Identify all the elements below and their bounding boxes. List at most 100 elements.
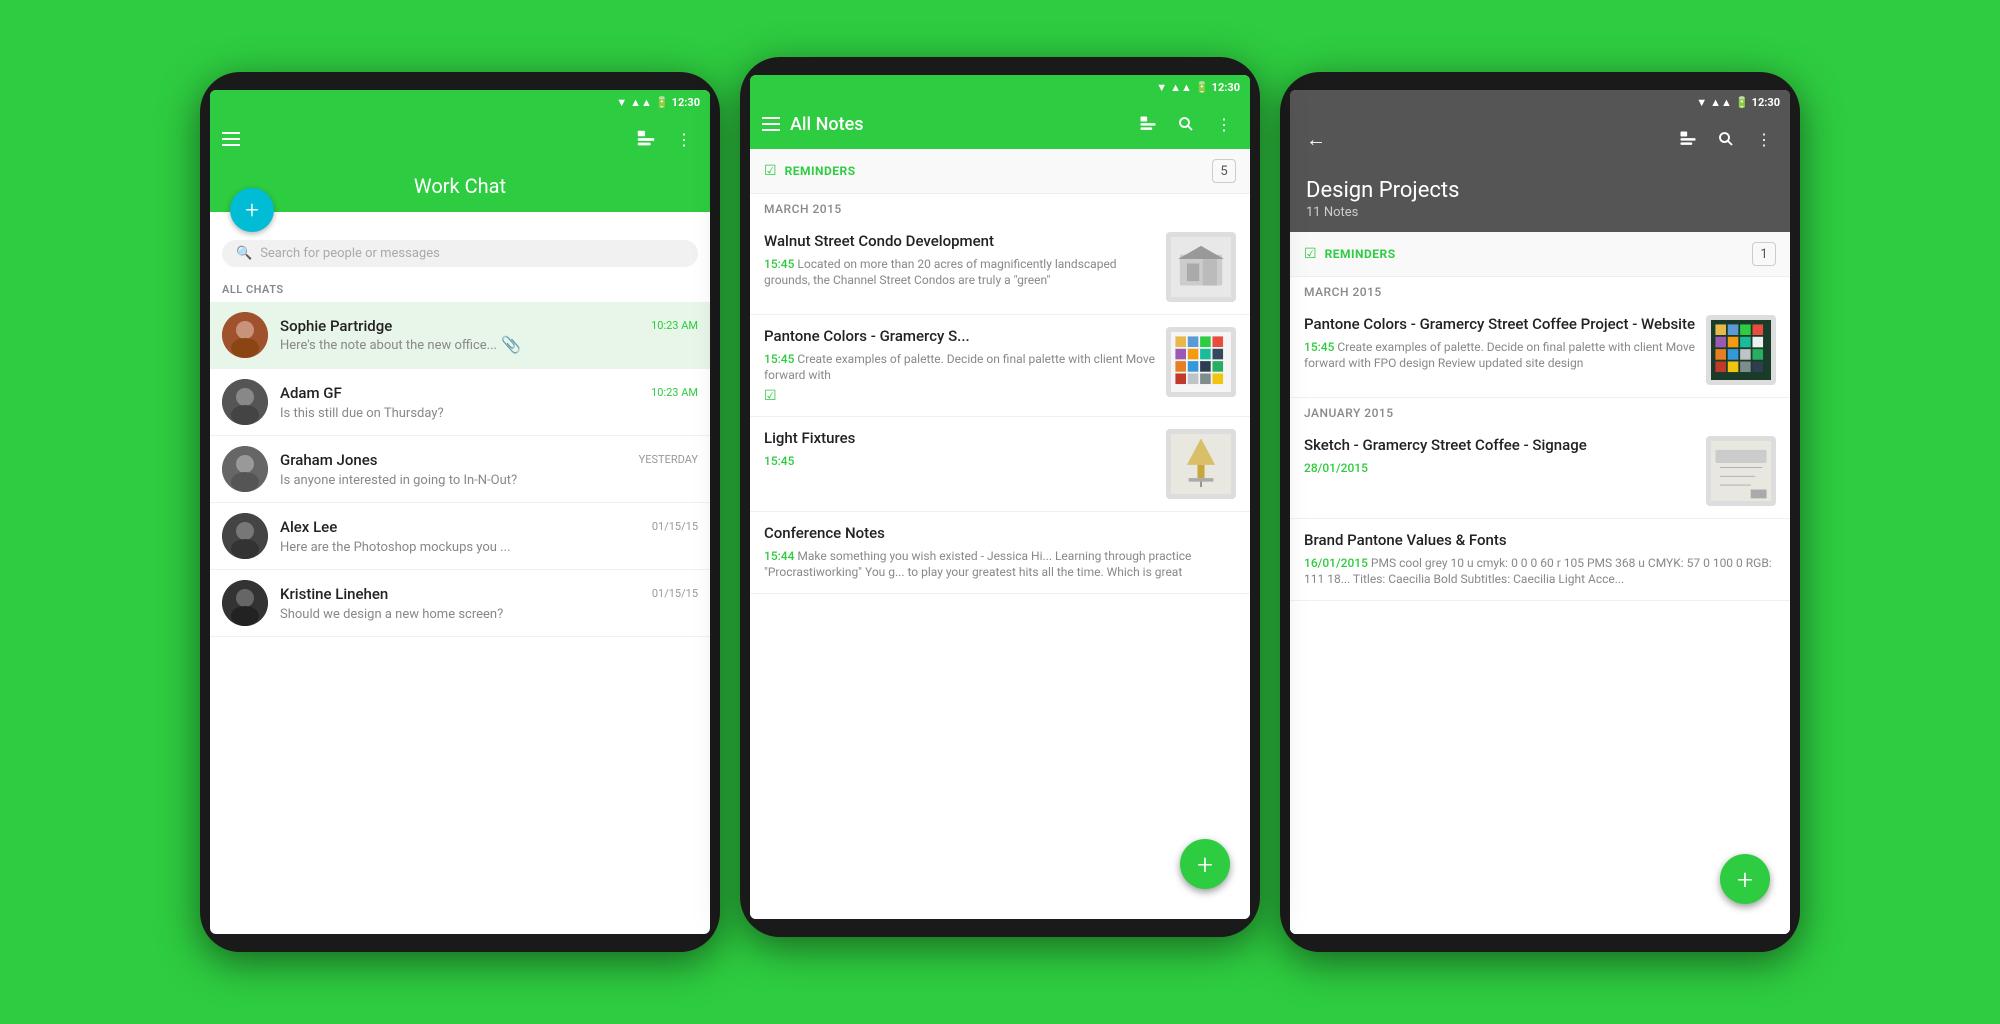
note-preview: 15:45 Create examples of palette. Decide… bbox=[764, 351, 1156, 385]
notes-content: ☑ REMINDERS 5 MARCH 2015 Walnut Street C… bbox=[750, 149, 1250, 919]
note-item[interactable]: Brand Pantone Values & Fonts 16/01/2015 … bbox=[1290, 519, 1790, 601]
note-title: Pantone Colors - Gramercy S... bbox=[764, 327, 1156, 347]
search-icon[interactable] bbox=[1712, 125, 1740, 153]
reminders-count: 1 bbox=[1752, 242, 1776, 266]
flag-icon: ☑ bbox=[764, 388, 1156, 404]
work-chat-header: Work Chat + bbox=[210, 164, 710, 212]
evernote-icon[interactable] bbox=[632, 125, 660, 153]
menu-icon[interactable] bbox=[762, 117, 780, 131]
note-text: Sketch - Gramercy Street Coffee - Signag… bbox=[1304, 436, 1696, 476]
note-preview: 15:45 bbox=[764, 453, 1156, 470]
note-text: Light Fixtures 15:45 bbox=[764, 429, 1156, 469]
note-thumbnail bbox=[1166, 232, 1236, 302]
note-item[interactable]: Pantone Colors - Gramercy S... 15:45 Cre… bbox=[750, 315, 1250, 417]
note-title: Brand Pantone Values & Fonts bbox=[1304, 531, 1776, 551]
search-icon: 🔍 bbox=[236, 246, 252, 261]
note-text: Pantone Colors - Gramercy Street Coffee … bbox=[1304, 315, 1696, 372]
attachment-icon: 📎 bbox=[501, 335, 521, 354]
chat-info: Adam GF 10:23 AM Is this still due on Th… bbox=[280, 384, 698, 421]
reminders-count: 5 bbox=[1212, 159, 1236, 183]
note-thumbnail bbox=[1706, 315, 1776, 385]
chat-name: Graham Jones bbox=[280, 451, 378, 469]
battery-icon: 🔋 bbox=[1735, 96, 1749, 109]
chat-time: 01/15/15 bbox=[652, 587, 698, 600]
add-note-fab[interactable]: + bbox=[1720, 854, 1770, 904]
chat-info: Alex Lee 01/15/15 Here are the Photoshop… bbox=[280, 518, 698, 555]
chat-info: Sophie Partridge 10:23 AM Here's the not… bbox=[280, 317, 698, 354]
phone-1-status-bar: ▼ ▲▲ 🔋 12:30 bbox=[210, 90, 710, 114]
phone-2-app-bar: All Notes ⋮ bbox=[750, 99, 1250, 149]
note-title: Conference Notes bbox=[764, 524, 1236, 544]
network-icon: ▲▲ bbox=[1170, 81, 1192, 94]
reminders-bar[interactable]: ☑ REMINDERS 5 bbox=[750, 149, 1250, 194]
month-label: MARCH 2015 bbox=[1290, 277, 1790, 303]
status-icons: ▼ ▲▲ 🔋 12:30 bbox=[616, 96, 700, 109]
chat-time: 01/15/15 bbox=[652, 520, 698, 533]
reminders-label: REMINDERS bbox=[1325, 247, 1744, 261]
chat-name: Alex Lee bbox=[280, 518, 337, 536]
back-button[interactable]: ← bbox=[1302, 125, 1330, 153]
chat-name: Adam GF bbox=[280, 384, 342, 402]
note-text: Brand Pantone Values & Fonts 16/01/2015 … bbox=[1304, 531, 1776, 588]
avatar bbox=[222, 379, 268, 425]
more-icon[interactable]: ⋮ bbox=[1210, 110, 1238, 138]
more-icon[interactable]: ⋮ bbox=[1750, 125, 1778, 153]
phone-1: ▼ ▲▲ 🔋 12:30 ⋮ Work Chat + bbox=[200, 72, 720, 952]
more-icon[interactable]: ⋮ bbox=[670, 125, 698, 153]
chat-item[interactable]: Kristine Linehen 01/15/15 Should we desi… bbox=[210, 570, 710, 637]
note-text: Pantone Colors - Gramercy S... 15:45 Cre… bbox=[764, 327, 1156, 404]
note-thumbnail bbox=[1706, 436, 1776, 506]
reminders-label: REMINDERS bbox=[785, 164, 1204, 178]
evernote-icon[interactable] bbox=[1134, 110, 1162, 138]
status-icons: ▼ ▲▲ 🔋 12:30 bbox=[1696, 96, 1780, 109]
avatar bbox=[222, 513, 268, 559]
design-projects-title: Design Projects bbox=[1306, 178, 1774, 203]
signal-icon: ▼ bbox=[1696, 96, 1707, 109]
evernote-icon[interactable] bbox=[1674, 125, 1702, 153]
chat-name: Sophie Partridge bbox=[280, 317, 392, 335]
avatar bbox=[222, 580, 268, 626]
note-text: Walnut Street Condo Development 15:45 Lo… bbox=[764, 232, 1156, 289]
time: 12:30 bbox=[672, 96, 700, 109]
note-item[interactable]: Conference Notes 15:44 Make something yo… bbox=[750, 512, 1250, 594]
menu-icon[interactable] bbox=[222, 132, 240, 146]
search-icon[interactable] bbox=[1172, 110, 1200, 138]
chat-preview: Here's the note about the new office... bbox=[280, 338, 497, 353]
phone-3-app-bar: ← ⋮ bbox=[1290, 114, 1790, 164]
phone-2-status-bar: ▼ ▲▲ 🔋 12:30 bbox=[750, 75, 1250, 99]
battery-icon: 🔋 bbox=[655, 96, 669, 109]
chat-item[interactable]: Alex Lee 01/15/15 Here are the Photoshop… bbox=[210, 503, 710, 570]
notes-count: 11 Notes bbox=[1306, 205, 1774, 220]
reminders-icon: ☑ bbox=[764, 163, 777, 179]
app-bar-title: All Notes bbox=[790, 114, 1124, 135]
time: 12:30 bbox=[1752, 96, 1780, 109]
status-icons: ▼ ▲▲ 🔋 12:30 bbox=[1156, 81, 1240, 94]
note-thumbnail bbox=[1166, 327, 1236, 397]
search-bar[interactable]: 🔍 Search for people or messages bbox=[222, 240, 698, 267]
reminders-bar[interactable]: ☑ REMINDERS 1 bbox=[1290, 232, 1790, 277]
chat-time: YESTERDAY bbox=[639, 453, 698, 466]
add-note-fab[interactable]: + bbox=[1180, 839, 1230, 889]
chat-item[interactable]: Adam GF 10:23 AM Is this still due on Th… bbox=[210, 369, 710, 436]
search-placeholder: Search for people or messages bbox=[260, 246, 440, 261]
note-title: Walnut Street Condo Development bbox=[764, 232, 1156, 252]
note-item[interactable]: Walnut Street Condo Development 15:45 Lo… bbox=[750, 220, 1250, 315]
note-item[interactable]: Light Fixtures 15:45 bbox=[750, 417, 1250, 512]
note-title: Light Fixtures bbox=[764, 429, 1156, 449]
design-header: Design Projects 11 Notes bbox=[1290, 164, 1790, 232]
new-chat-fab[interactable]: + bbox=[230, 188, 274, 232]
note-title: Pantone Colors - Gramercy Street Coffee … bbox=[1304, 315, 1696, 335]
phone-1-screen: ▼ ▲▲ 🔋 12:30 ⋮ Work Chat + bbox=[210, 90, 710, 934]
phones-container: ▼ ▲▲ 🔋 12:30 ⋮ Work Chat + bbox=[0, 0, 2000, 1024]
avatar bbox=[222, 312, 268, 358]
chat-item[interactable]: Sophie Partridge 10:23 AM Here's the not… bbox=[210, 302, 710, 369]
chat-item[interactable]: Graham Jones YESTERDAY Is anyone interes… bbox=[210, 436, 710, 503]
chat-time: 10:23 AM bbox=[651, 319, 698, 332]
phone-3-screen: ▼ ▲▲ 🔋 12:30 ← ⋮ Design Pro bbox=[1290, 90, 1790, 934]
chat-time: 10:23 AM bbox=[651, 386, 698, 399]
chat-preview: Here are the Photoshop mockups you ... bbox=[280, 540, 510, 555]
note-item[interactable]: Pantone Colors - Gramercy Street Coffee … bbox=[1290, 303, 1790, 398]
month-label: MARCH 2015 bbox=[750, 194, 1250, 220]
all-chats-label: ALL CHATS bbox=[210, 277, 710, 302]
note-item[interactable]: Sketch - Gramercy Street Coffee - Signag… bbox=[1290, 424, 1790, 519]
